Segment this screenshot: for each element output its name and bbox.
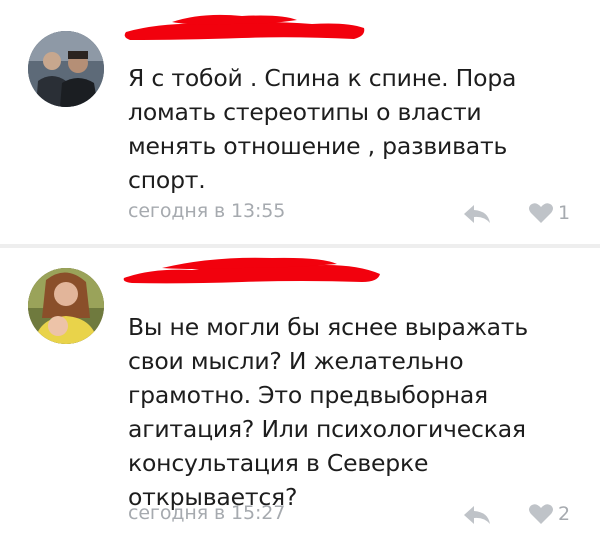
like-count: 2	[558, 503, 571, 525]
reply-icon[interactable]	[462, 504, 492, 526]
avatar[interactable]	[28, 268, 104, 344]
heart-icon	[529, 504, 553, 524]
comment-text: Я с тобой . Спина к спине. Пора ломать с…	[128, 64, 517, 194]
reply-icon[interactable]	[462, 203, 492, 225]
comment-timestamp: сегодня в 13:55	[128, 200, 286, 222]
user-photo-icon	[28, 31, 104, 107]
redacted-name	[124, 14, 365, 40]
comment-item: Вы не могли бы яснее выражать свои мысли…	[0, 248, 600, 545]
comment-timestamp: сегодня в 15:27	[128, 502, 286, 524]
user-photo-icon	[28, 268, 104, 344]
like-button[interactable]: 2	[528, 502, 570, 526]
like-count: 1	[558, 202, 571, 224]
comment-text: Вы не могли бы яснее выражать свои мысли…	[128, 313, 529, 511]
like-button[interactable]: 1	[528, 201, 570, 225]
comment-item: Я с тобой . Спина к спине. Пора ломать с…	[0, 0, 600, 244]
heart-icon	[529, 203, 553, 223]
redacted-name	[123, 257, 381, 284]
avatar[interactable]	[28, 31, 104, 107]
